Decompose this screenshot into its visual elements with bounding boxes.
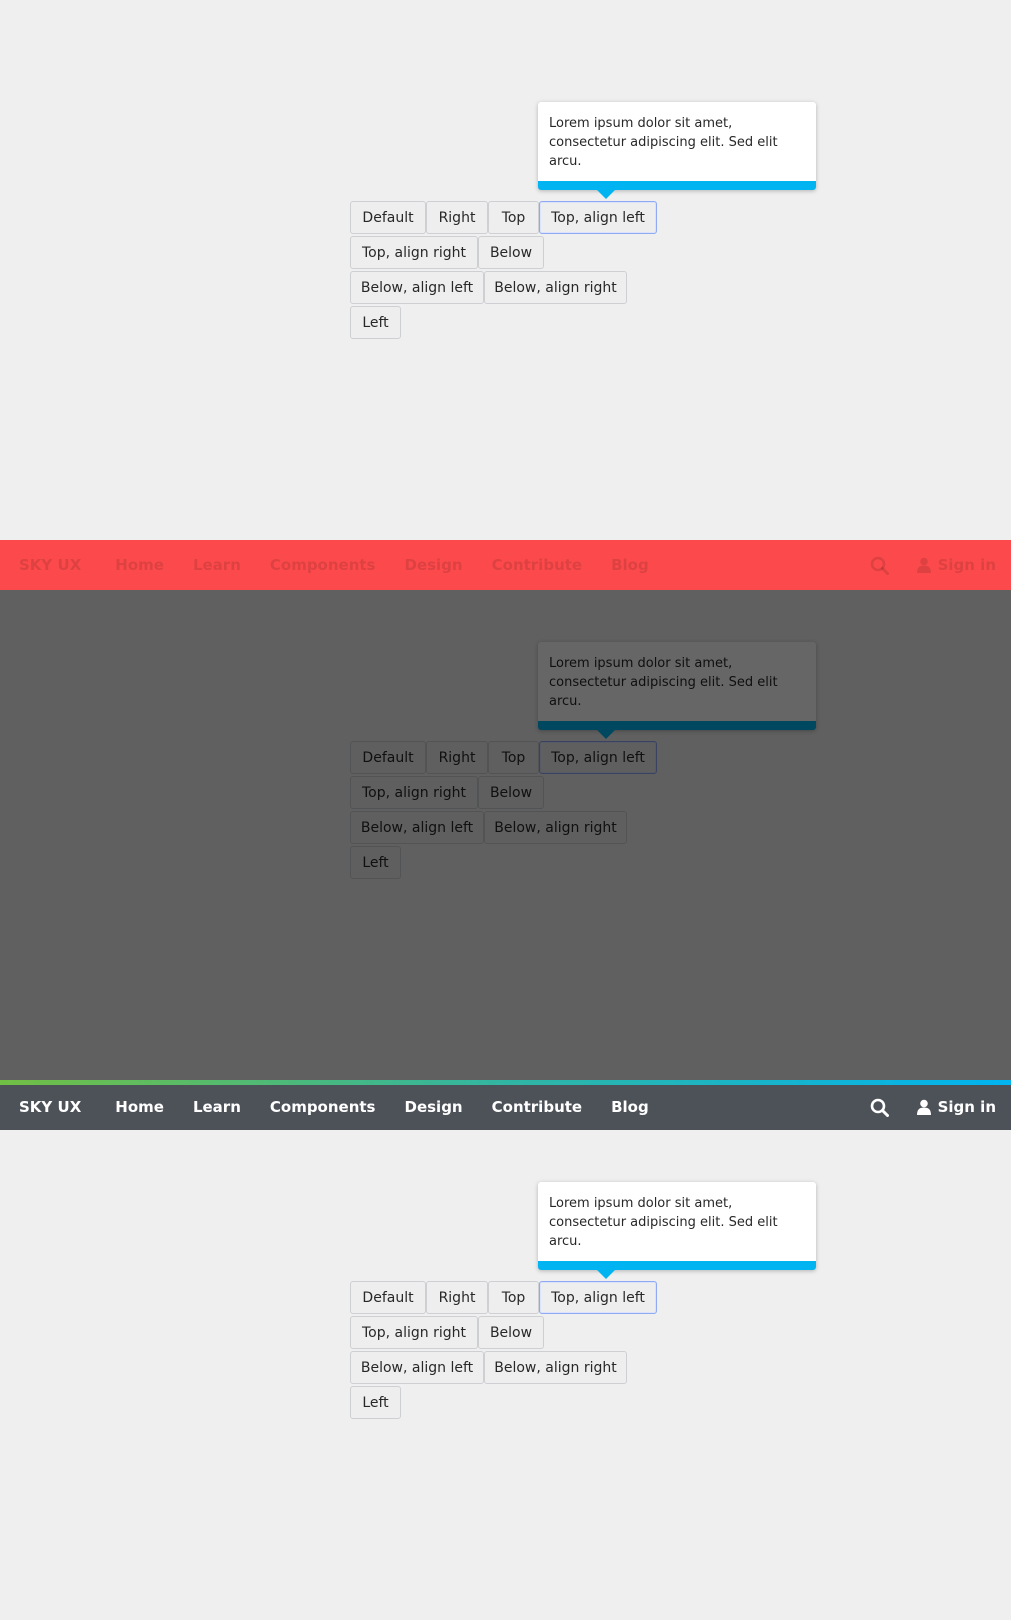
default-button[interactable]: Default — [350, 1281, 426, 1314]
default-button[interactable]: Default — [350, 201, 426, 234]
sign-in-label: Sign in — [937, 1098, 996, 1116]
top-align-left-button[interactable]: Top, align left — [539, 1281, 657, 1314]
nav-item-blog[interactable]: Blog — [611, 1098, 649, 1116]
left-button[interactable]: Left — [350, 846, 401, 879]
navbar-accent-stripe — [0, 1080, 1011, 1085]
top-align-left-button[interactable]: Top, align left — [539, 741, 657, 774]
popover-accent-bar — [538, 1261, 816, 1270]
sign-in-link[interactable]: Sign in — [916, 556, 996, 574]
nav-item-home[interactable]: Home — [115, 556, 164, 574]
nav-item-blog[interactable]: Blog — [611, 556, 649, 574]
navbar: SKY UX Home Learn Components Design Cont… — [0, 1080, 1011, 1130]
demo-panel-3: SKY UX Home Learn Components Design Cont… — [0, 1080, 1011, 1620]
top-button[interactable]: Top — [488, 201, 539, 234]
nav-item-design[interactable]: Design — [405, 1098, 463, 1116]
nav-item-learn[interactable]: Learn — [193, 556, 241, 574]
popover-text: Lorem ipsum dolor sit amet, consectetur … — [549, 116, 778, 169]
nav-item-contribute[interactable]: Contribute — [492, 556, 582, 574]
popover-arrow — [596, 1269, 616, 1279]
top-align-right-button[interactable]: Top, align right — [350, 776, 478, 809]
below-align-left-button[interactable]: Below, align left — [350, 811, 484, 844]
popover-arrow — [596, 189, 616, 199]
below-button[interactable]: Below — [478, 776, 544, 809]
nav-item-home[interactable]: Home — [115, 1098, 164, 1116]
below-align-right-button[interactable]: Below, align right — [484, 271, 627, 304]
right-button[interactable]: Right — [426, 741, 488, 774]
sign-in-label: Sign in — [937, 556, 996, 574]
nav-item-components[interactable]: Components — [270, 1098, 376, 1116]
sign-in-link[interactable]: Sign in — [916, 1098, 996, 1116]
popover: Lorem ipsum dolor sit amet, consectetur … — [538, 1182, 816, 1279]
nav-item-learn[interactable]: Learn — [193, 1098, 241, 1116]
user-icon — [916, 1099, 931, 1115]
user-icon — [916, 557, 931, 573]
popover-accent-bar — [538, 721, 816, 730]
left-button[interactable]: Left — [350, 1386, 401, 1419]
demo-panel-1: Lorem ipsum dolor sit amet, consectetur … — [0, 0, 1011, 540]
below-align-right-button[interactable]: Below, align right — [484, 811, 627, 844]
brand-logo[interactable]: SKY UX — [19, 556, 81, 574]
top-button[interactable]: Top — [488, 1281, 539, 1314]
search-icon[interactable] — [870, 556, 889, 575]
popover: Lorem ipsum dolor sit amet, consectetur … — [538, 102, 816, 199]
top-align-right-button[interactable]: Top, align right — [350, 1316, 478, 1349]
right-button[interactable]: Right — [426, 1281, 488, 1314]
popover-arrow — [596, 729, 616, 739]
below-align-right-button[interactable]: Below, align right — [484, 1351, 627, 1384]
popover-accent-bar — [538, 181, 816, 190]
nav-item-design[interactable]: Design — [405, 556, 463, 574]
right-button[interactable]: Right — [426, 201, 488, 234]
below-button[interactable]: Below — [478, 1316, 544, 1349]
nav-item-contribute[interactable]: Contribute — [492, 1098, 582, 1116]
popover-text: Lorem ipsum dolor sit amet, consectetur … — [549, 1196, 778, 1249]
top-button[interactable]: Top — [488, 741, 539, 774]
default-button[interactable]: Default — [350, 741, 426, 774]
below-align-left-button[interactable]: Below, align left — [350, 1351, 484, 1384]
brand-logo[interactable]: SKY UX — [19, 1098, 81, 1116]
popover-text: Lorem ipsum dolor sit amet, consectetur … — [549, 656, 778, 709]
popover: Lorem ipsum dolor sit amet, consectetur … — [538, 642, 816, 739]
top-align-right-button[interactable]: Top, align right — [350, 236, 478, 269]
top-align-left-button[interactable]: Top, align left — [539, 201, 657, 234]
nav-item-components[interactable]: Components — [270, 556, 376, 574]
left-button[interactable]: Left — [350, 306, 401, 339]
below-align-left-button[interactable]: Below, align left — [350, 271, 484, 304]
below-button[interactable]: Below — [478, 236, 544, 269]
navbar-highlighted: SKY UX Home Learn Components Design Cont… — [0, 540, 1011, 590]
search-icon[interactable] — [870, 1098, 889, 1117]
demo-panel-2: Lorem ipsum dolor sit amet, consectetur … — [0, 540, 1011, 1080]
